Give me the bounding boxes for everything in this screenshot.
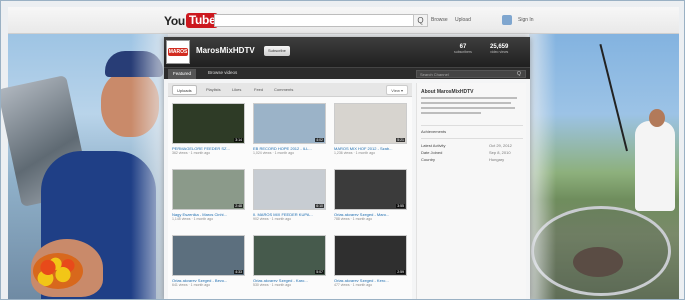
video-meta: 1,236 views · 1 month ago — [334, 151, 376, 155]
video-duration: 3:55 — [396, 204, 405, 208]
video-thumbnail[interactable]: 2:48 — [172, 169, 245, 210]
video-meta: 530 views · 1 month ago — [253, 283, 292, 287]
video-section: Uploads Playlists Likes Feed Comments Vi… — [168, 83, 412, 299]
channel-nav: Featured Browse videos Search Channel Q — [164, 67, 530, 79]
channel-avatar[interactable]: MAROS — [166, 40, 190, 64]
browse-link[interactable]: Browse — [431, 17, 448, 23]
search-icon[interactable]: Q — [517, 71, 523, 77]
view-count: 25,659 video views — [490, 44, 508, 54]
about-sidebar: About MarosMixHDTV Achievements Latest A… — [416, 83, 526, 299]
filter-likes[interactable]: Likes — [232, 87, 241, 92]
search-icon: Q — [417, 16, 424, 25]
subscribe-button[interactable]: Subscribe — [264, 46, 290, 56]
video-duration: 6:10 — [315, 204, 324, 208]
video-meta: 641 views · 1 month ago — [172, 283, 211, 287]
video-card[interactable]: 5:21 MAROS MIX HOF 2012 - Szab... 1,236 vi… — [334, 103, 407, 155]
video-meta: 1,145 views · 1 month ago — [172, 217, 214, 221]
video-meta: 902 views · 1 month ago — [253, 217, 292, 221]
video-meta: 1,024 views · 1 month ago — [253, 151, 295, 155]
page-frame: You Tube Q Browse Upload Sign In MAROS M… — [0, 0, 685, 300]
upload-link[interactable]: Upload — [455, 17, 471, 23]
fisherman-head-illustration — [649, 109, 665, 127]
youtube-logo-you: You — [164, 13, 185, 28]
video-card[interactable]: 4:33 Orias akvarev Szeged - Bevo... 641 vi… — [172, 235, 245, 287]
video-meta: 362 views · 1 month ago — [172, 151, 211, 155]
background-fade-right — [526, 34, 556, 299]
user-icon — [502, 15, 512, 25]
channel-search-input[interactable]: Search Channel Q — [416, 70, 526, 78]
video-thumbnail[interactable]: 4:02 — [253, 103, 326, 144]
video-thumbnail[interactable]: 3:14 — [172, 103, 245, 144]
filter-bar: Uploads Playlists Likes Feed Comments Vi… — [168, 83, 412, 97]
video-card[interactable]: 4:02 EB RECORD HOPE 2012 - ILL... 1,024 vi… — [253, 103, 326, 155]
latest-activity-value: Oct 29, 2012 — [489, 143, 512, 148]
bait-pellets-illustration — [33, 253, 83, 289]
fisherman-illustration — [635, 121, 675, 211]
video-thumbnail[interactable]: 5:07 — [253, 235, 326, 276]
video-thumbnail[interactable]: 4:33 — [172, 235, 245, 276]
video-card[interactable]: 5:07 Orias akvarev Szeged - Karo... 530 vi… — [253, 235, 326, 287]
country-value: Hungary — [489, 157, 505, 162]
about-title: About MarosMixHDTV — [421, 89, 474, 95]
achievements-label[interactable]: Achievements — [421, 129, 446, 134]
tab-browse-videos[interactable]: Browse videos — [208, 70, 237, 75]
video-duration: 4:02 — [315, 138, 324, 142]
fish-illustration — [573, 247, 623, 277]
divider — [421, 125, 523, 126]
video-thumbnail[interactable]: 6:10 — [253, 169, 326, 210]
channel-logo-mark: MAROS — [168, 48, 188, 56]
video-card[interactable]: 3:55 Orias akvarev Szeged - Maro... 788 vi… — [334, 169, 407, 221]
channel-panel: MAROS MarosMixHDTV Subscribe 67 subscrib… — [164, 37, 530, 299]
channel-search-placeholder: Search Channel — [420, 72, 449, 77]
video-duration: 5:21 — [396, 138, 405, 142]
view-count-label: video views — [490, 50, 509, 54]
video-duration: 2:48 — [234, 204, 243, 208]
video-thumbnail[interactable]: 2:59 — [334, 235, 407, 276]
channel-name[interactable]: MarosMixHDTV — [196, 46, 255, 55]
video-card[interactable]: 3:14 PERMAGELORE FEEDER SZ... 362 views · … — [172, 103, 245, 155]
sign-in-link[interactable]: Sign In — [518, 17, 534, 23]
filter-feed[interactable]: Feed — [254, 87, 263, 92]
latest-activity-label: Latest Activity — [421, 143, 446, 148]
youtube-topbar: You Tube Q Browse Upload Sign In — [8, 7, 679, 34]
search-button[interactable]: Q — [413, 14, 428, 27]
video-meta: 477 views · 1 month ago — [334, 283, 373, 287]
filter-playlists[interactable]: Playlists — [206, 87, 221, 92]
youtube-search-input[interactable] — [214, 14, 414, 27]
filter-comments[interactable]: Comments — [274, 87, 293, 92]
video-duration: 2:59 — [396, 270, 405, 274]
video-thumbnail[interactable]: 5:21 — [334, 103, 407, 144]
video-duration: 5:07 — [315, 270, 324, 274]
video-thumbnail[interactable]: 3:55 — [334, 169, 407, 210]
channel-header: MAROS MarosMixHDTV Subscribe 67 subscrib… — [164, 37, 530, 67]
subscriber-count: 67 subscribers — [454, 44, 472, 54]
tab-featured[interactable]: Featured — [168, 69, 197, 79]
date-joined-value: Sep 8, 2010 — [489, 150, 511, 155]
filter-uploads[interactable]: Uploads — [172, 85, 197, 95]
date-joined-label: Date Joined — [421, 150, 443, 155]
channel-description — [421, 97, 519, 119]
video-card[interactable]: 6:10 II. MAROS MIX FEEDER KUPA... 902 view… — [253, 169, 326, 221]
video-duration: 4:33 — [234, 270, 243, 274]
video-card[interactable]: 2:48 Nagy Eszenika - Maros Cinhi... 1,145 … — [172, 169, 245, 221]
video-duration: 3:14 — [234, 138, 243, 142]
video-card[interactable]: 2:59 Orias akvarev Szeged - Kero... 477 vi… — [334, 235, 407, 287]
subscriber-count-label: subscribers — [454, 50, 472, 54]
youtube-logo[interactable]: You Tube — [164, 13, 219, 28]
video-meta: 788 views · 1 month ago — [334, 217, 373, 221]
country-label: Country — [421, 157, 436, 162]
view-dropdown[interactable]: View ▾ — [386, 85, 408, 95]
divider — [421, 138, 523, 139]
